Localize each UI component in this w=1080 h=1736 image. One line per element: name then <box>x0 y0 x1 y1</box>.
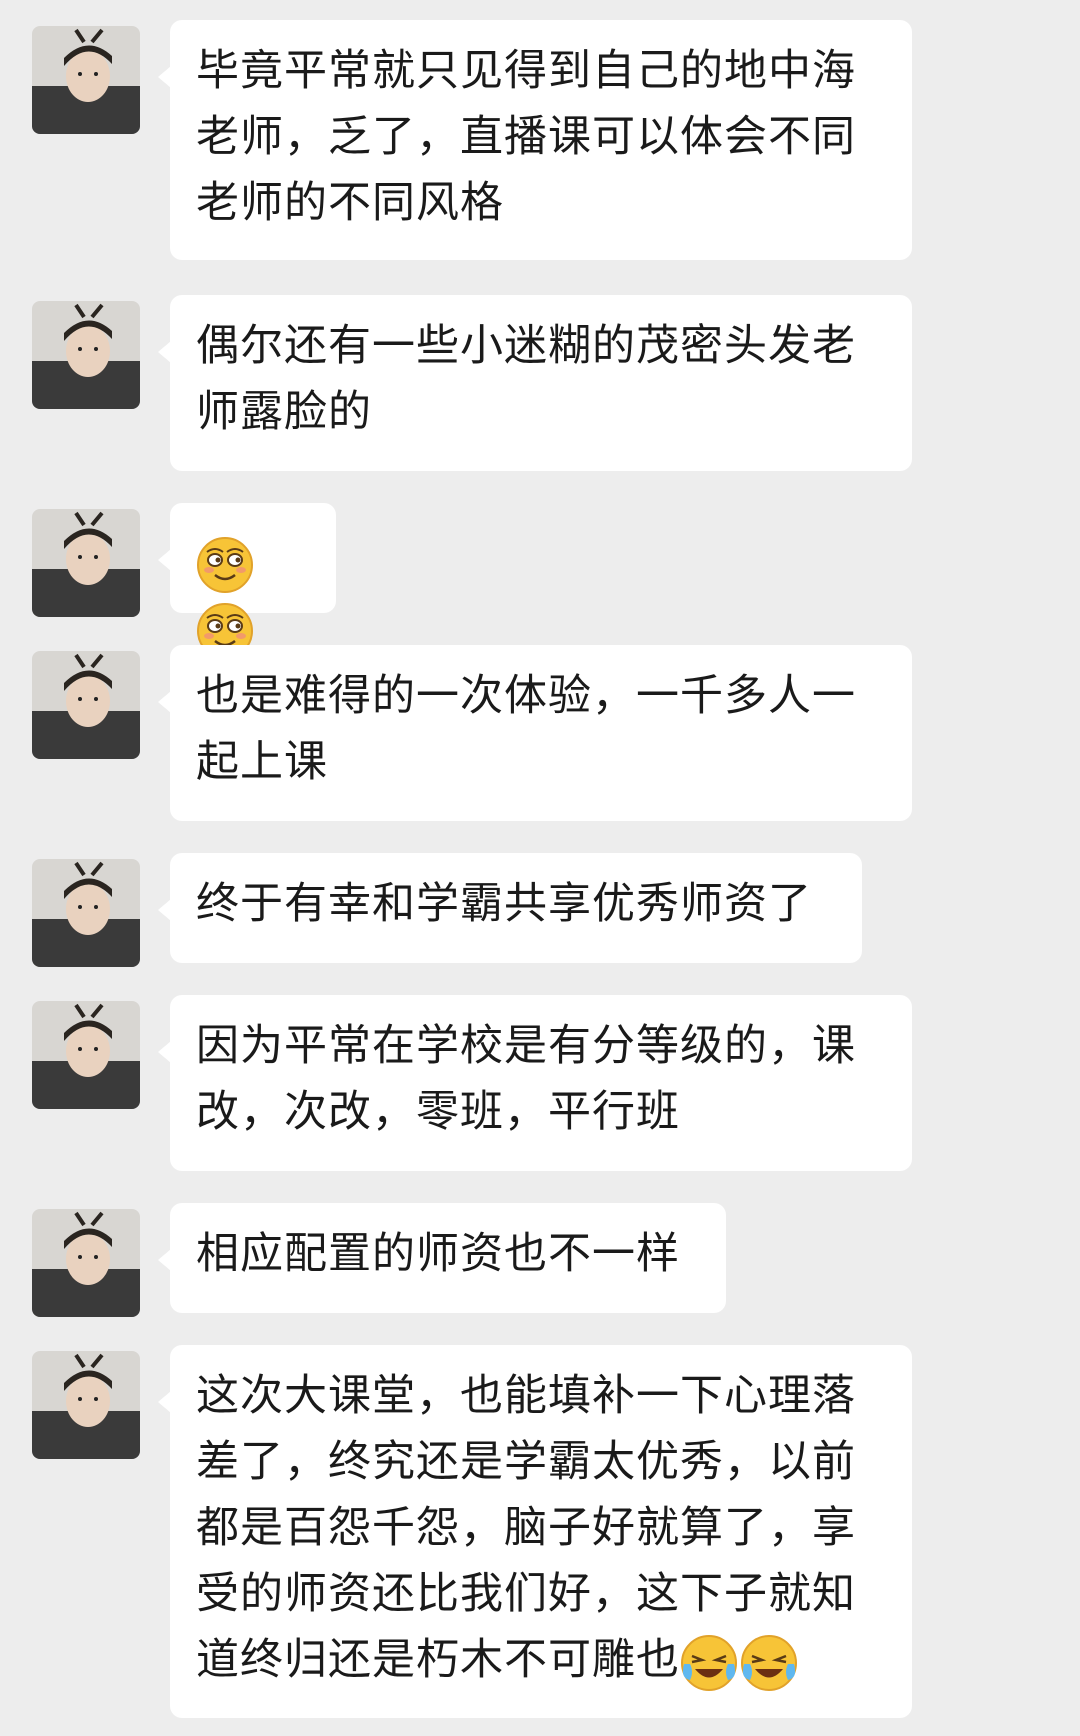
crying-laughing-icon <box>681 1634 737 1691</box>
avatar[interactable] <box>32 651 140 759</box>
message-bubble[interactable]: 因为平常在学校是有分等级的，课改，次改，零班，平行班 <box>158 995 912 1171</box>
message-bubble[interactable]: 相应配置的师资也不一样 <box>158 1203 726 1313</box>
crying-laughing-icon <box>741 1634 797 1691</box>
message-text: 毕竟平常就只见得到自己的地中海老师，乏了，直播课可以体会不同老师的不同风格 <box>196 46 856 228</box>
message-bubble[interactable] <box>158 503 336 659</box>
avatar[interactable] <box>32 509 140 617</box>
message-text: 也是难得的一次体验，一千多人一起上课 <box>196 671 856 787</box>
message-text: 因为平常在学校是有分等级的，课改，次改，零班，平行班 <box>196 1021 856 1137</box>
avatar[interactable] <box>32 1209 140 1317</box>
message-bubble[interactable]: 这次大课堂，也能填补一下心理落差了，终究还是学霸太优秀，以前都是百怨千怨，脑子好… <box>158 1345 912 1718</box>
message-bubble[interactable]: 偶尔还有一些小迷糊的茂密头发老师露脸的 <box>158 295 912 471</box>
squint-smirk-icon <box>197 536 253 593</box>
avatar[interactable] <box>32 1351 140 1459</box>
message-text: 偶尔还有一些小迷糊的茂密头发老师露脸的 <box>196 321 856 437</box>
message-bubble[interactable]: 也是难得的一次体验，一千多人一起上课 <box>158 645 912 821</box>
message-bubble[interactable]: 毕竟平常就只见得到自己的地中海老师，乏了，直播课可以体会不同老师的不同风格 <box>158 20 912 260</box>
message-text: 相应配置的师资也不一样 <box>196 1229 680 1279</box>
message-text: 终于有幸和学霸共享优秀师资了 <box>196 879 812 929</box>
avatar[interactable] <box>32 1001 140 1109</box>
avatar[interactable] <box>32 26 140 134</box>
avatar[interactable] <box>32 301 140 409</box>
avatar[interactable] <box>32 859 140 967</box>
message-bubble[interactable]: 终于有幸和学霸共享优秀师资了 <box>158 853 862 963</box>
